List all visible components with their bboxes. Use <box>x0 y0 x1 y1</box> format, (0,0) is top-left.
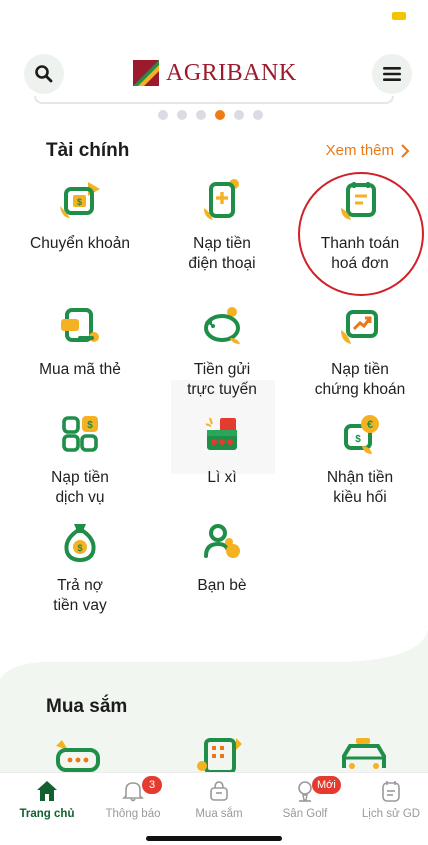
friends-icon <box>204 524 240 558</box>
remittance-icon: € $ <box>344 415 379 454</box>
shopping-bag-icon <box>210 781 228 801</box>
chevron-right-icon <box>401 143 410 158</box>
finance-section-title: Tài chính <box>46 140 130 161</box>
tab-label: Lịch sử GD <box>361 808 421 820</box>
history-icon <box>382 781 400 802</box>
loan-repay-icon: $ <box>64 524 96 563</box>
grid-item-label: Nhận tiền kiều hối <box>326 469 394 506</box>
svg-text:$: $ <box>77 543 82 553</box>
svg-text:$: $ <box>77 197 82 207</box>
battery-icon <box>392 12 406 20</box>
grid-item-online-deposit[interactable]: Tiền gửi trực tuyến <box>152 304 292 400</box>
notification-count-badge: 3 <box>142 776 162 794</box>
carousel-dot-active[interactable] <box>215 110 225 120</box>
lucky-money-icon <box>205 417 237 450</box>
see-more-label: Xem thêm <box>325 142 394 159</box>
svg-text:$: $ <box>355 434 361 445</box>
tab-shopping[interactable]: Mua sắm <box>176 779 262 820</box>
grid-item-label: Nạp tiền dịch vụ <box>51 469 109 506</box>
tab-label: Trang chủ <box>19 808 75 820</box>
tab-label: Thông báo <box>105 808 161 820</box>
bottom-tab-bar: Trang chủ Thông báo 3 Mua sắm Sân Golf M… <box>0 772 428 830</box>
grid-item-phone-topup[interactable]: Nạp tiền điện thoại <box>152 178 292 274</box>
tab-home[interactable]: Trang chủ <box>4 779 90 820</box>
new-badge: Mới <box>312 776 341 794</box>
service-topup-icon: $ <box>62 416 98 452</box>
home-indicator[interactable] <box>146 836 282 841</box>
grid-item-stock-topup[interactable]: Nạp tiền chứng khoán <box>290 304 428 400</box>
grid-item-label: Chuyển khoản <box>30 235 130 252</box>
see-more-link[interactable]: Xem thêm <box>326 142 410 159</box>
tab-transaction-history[interactable]: Lịch sử GD <box>348 779 428 820</box>
transfer-icon: $ <box>60 182 100 218</box>
grid-item-label: Lì xì <box>207 469 237 486</box>
search-icon <box>35 65 53 83</box>
search-button[interactable] <box>24 54 64 94</box>
tab-label: Mua sắm <box>195 808 243 820</box>
tab-label: Sân Golf <box>282 808 328 820</box>
home-icon <box>37 781 57 801</box>
piggy-bank-icon <box>204 307 240 344</box>
grid-item-label: Mua mã thẻ <box>39 361 121 378</box>
carousel-dot[interactable] <box>234 110 244 120</box>
grid-item-label: Nạp tiền điện thoại <box>188 235 256 272</box>
carousel-indicator <box>158 110 263 120</box>
grid-item-remittance[interactable]: € $ Nhận tiền kiều hối <box>290 412 428 508</box>
logo-text: AGRIBANK <box>166 59 297 86</box>
grid-item-friends[interactable]: Bạn bè <box>152 520 292 596</box>
agribank-logo: AGRIBANK <box>132 58 297 88</box>
carousel-dot[interactable] <box>253 110 263 120</box>
menu-button[interactable] <box>372 54 412 94</box>
highlight-circle-annotation <box>298 172 424 296</box>
grid-item-service-topup[interactable]: $ Nạp tiền dịch vụ <box>10 412 150 508</box>
carousel-dot[interactable] <box>196 110 206 120</box>
grid-item-lucky-money[interactable]: Lì xì <box>152 412 292 488</box>
app-header: AGRIBANK <box>0 52 428 96</box>
grid-item-card-code[interactable]: Mua mã thẻ <box>10 304 150 380</box>
grid-item-transfer[interactable]: $ Chuyển khoản <box>10 178 150 254</box>
phone-topup-icon <box>204 179 239 220</box>
agribank-logo-icon <box>133 60 159 86</box>
carousel-dot[interactable] <box>177 110 187 120</box>
shopping-section-title: Mua sắm <box>46 696 128 717</box>
grid-item-label: Nạp tiền chứng khoán <box>314 361 406 398</box>
carousel-dot[interactable] <box>158 110 168 120</box>
tab-notifications[interactable]: Thông báo <box>90 779 176 820</box>
hotel-icon[interactable] <box>196 736 244 772</box>
svg-text:€: € <box>367 419 373 431</box>
banner-carousel-edge[interactable] <box>34 96 394 104</box>
flight-ticket-icon[interactable] <box>54 738 102 772</box>
stock-topup-icon <box>341 310 378 344</box>
grid-item-label: Bạn bè <box>197 577 247 594</box>
taxi-icon[interactable] <box>338 738 390 772</box>
hamburger-menu-icon <box>383 67 401 81</box>
grid-item-label: Tiền gửi trực tuyến <box>187 361 257 398</box>
svg-text:$: $ <box>87 420 93 431</box>
card-code-icon <box>61 308 99 342</box>
